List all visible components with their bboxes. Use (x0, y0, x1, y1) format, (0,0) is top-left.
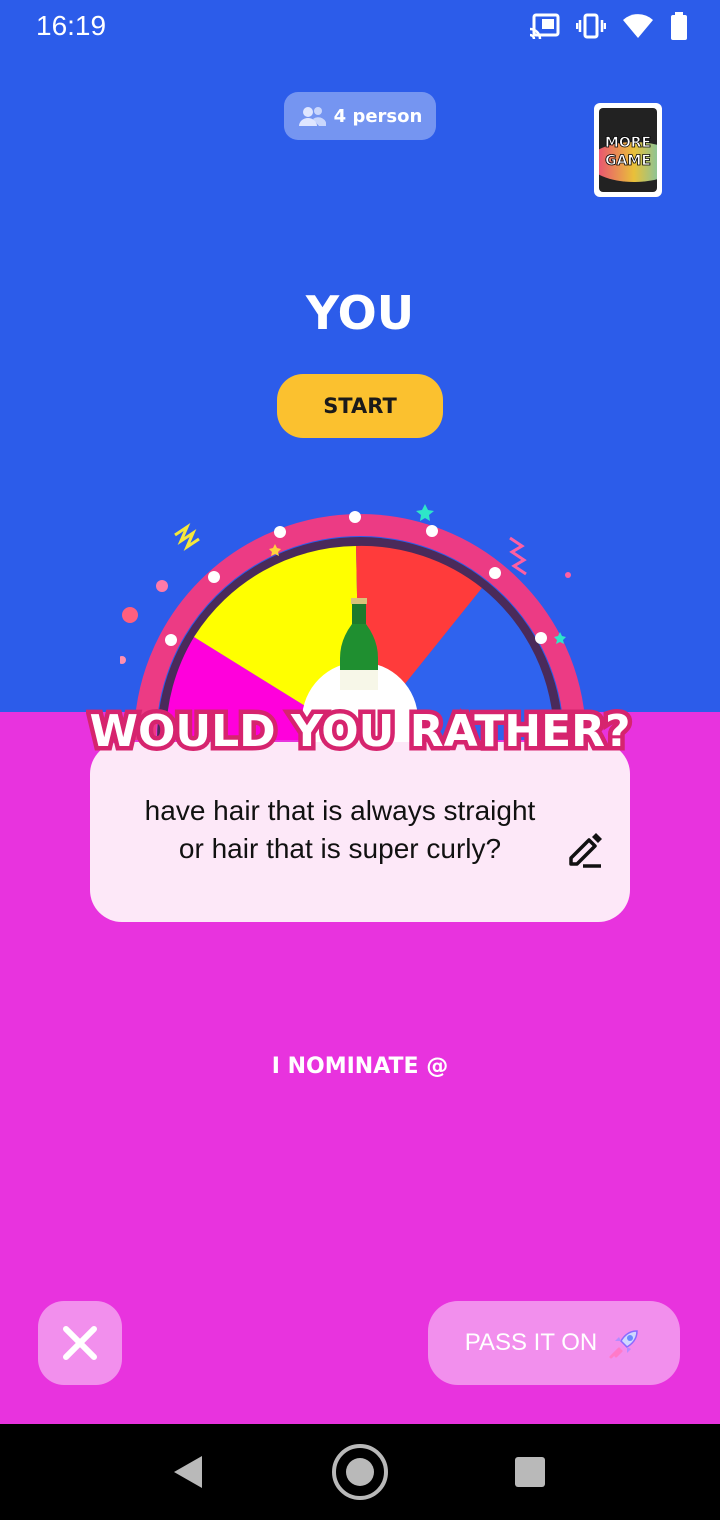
back-icon[interactable] (170, 1454, 206, 1490)
vibrate-icon (576, 13, 606, 39)
more-game-line2: GAME (605, 153, 652, 170)
more-game-line1: MORE (604, 135, 652, 152)
recents-icon[interactable] (514, 1456, 546, 1488)
more-game-text: MORE GAME (599, 134, 657, 170)
nominate-label[interactable]: I NOMINATE @ (0, 1054, 720, 1079)
rocket-icon (609, 1330, 638, 1359)
question-card: have hair that is always straight or hai… (90, 742, 630, 922)
wifi-icon (623, 14, 653, 38)
question-text: have hair that is always straight or hai… (144, 795, 536, 864)
current-player-name: YOU (305, 286, 415, 340)
battery-icon (671, 12, 687, 40)
pass-it-on-button[interactable]: PASS IT ON (428, 1301, 680, 1385)
close-icon (63, 1326, 97, 1360)
cast-icon (530, 13, 560, 39)
close-button[interactable] (38, 1301, 122, 1385)
more-game-button[interactable]: MORE GAME (594, 103, 662, 197)
people-icon (298, 107, 326, 126)
start-button[interactable]: START (277, 374, 443, 438)
pass-it-on-label: PASS IT ON (464, 1329, 598, 1356)
players-count-button[interactable]: 4 person (284, 92, 436, 140)
status-bar: 16:19 (0, 0, 720, 56)
home-icon[interactable] (331, 1443, 389, 1501)
would-you-rather-banner: WOULD YOU RATHER? (86, 702, 634, 762)
banner-text: WOULD YOU RATHER? (89, 706, 630, 757)
players-count-label: 4 person (333, 105, 423, 127)
more-game-tile: MORE GAME (599, 108, 657, 192)
pencil-icon[interactable] (565, 828, 605, 868)
status-icons (530, 12, 688, 40)
status-time: 16:19 (36, 10, 107, 41)
system-navigation-bar (0, 1424, 720, 1520)
